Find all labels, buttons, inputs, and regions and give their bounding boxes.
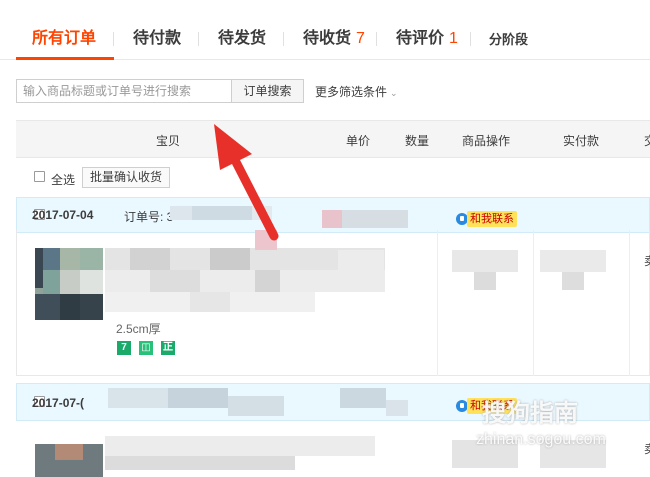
header-amount-paid: 实付款 xyxy=(563,134,600,148)
order-date: 2017-07-04 xyxy=(32,208,94,222)
pixelated-title xyxy=(210,248,250,270)
thumbnail-pixel xyxy=(60,248,80,270)
trade-status-text: 卖 xyxy=(644,252,650,269)
pixelated-title xyxy=(105,456,295,470)
tab-count-badge: 7 xyxy=(356,30,365,47)
batch-confirm-receipt-button[interactable]: 批量确认收货 xyxy=(82,167,170,188)
header-trade-status: 交 xyxy=(644,132,650,149)
tab-divider xyxy=(198,32,199,46)
pixelated-area xyxy=(168,388,228,408)
pixelated-price xyxy=(338,250,384,290)
thumbnail-pixel xyxy=(43,270,60,294)
annotation-arrow-icon xyxy=(214,124,279,241)
more-filters-toggle[interactable]: 更多筛选条件 ⌄ xyxy=(315,83,398,100)
tab-staged[interactable]: 分阶段 xyxy=(489,29,528,51)
thumbnail-pixel xyxy=(35,248,43,288)
column-divider xyxy=(629,230,630,376)
tab-pending-shipment[interactable]: 待发货 xyxy=(218,28,266,50)
thumbnail-pixel xyxy=(43,248,60,270)
thumbnail-pixel xyxy=(80,294,103,320)
order-table-header: 宝贝 单价 数量 商品操作 实付款 交 xyxy=(16,120,650,158)
more-filters-label: 更多筛选条件 xyxy=(315,85,388,99)
column-divider xyxy=(437,230,438,376)
thumbnail-pixel xyxy=(35,294,60,320)
pixelated-title xyxy=(190,292,230,312)
header-quantity: 数量 xyxy=(405,134,430,148)
order-date: 2017-07-( xyxy=(32,396,85,410)
order-search-input[interactable]: 输入商品标题或订单号进行搜索 xyxy=(16,79,232,103)
select-all-label: 全选 xyxy=(51,173,76,187)
tab-divider xyxy=(376,32,377,46)
pixelated-area xyxy=(322,210,342,228)
tab-count-badge: 1 xyxy=(449,30,458,47)
pixelated-title xyxy=(255,270,280,292)
order-number: 订单号: 3 xyxy=(124,210,174,224)
trade-status-text: 卖 xyxy=(644,440,650,457)
thumbnail-pixel xyxy=(55,444,83,460)
seven-day-return-icon: 7 xyxy=(117,341,131,355)
thumbnail-pixel xyxy=(80,248,103,270)
pixelated-area xyxy=(228,396,284,416)
pixelated-amount xyxy=(562,272,584,290)
pixelated-area xyxy=(108,388,168,408)
tab-divider xyxy=(113,32,114,46)
pixelated-title xyxy=(150,270,200,292)
chevron-down-icon: ⌄ xyxy=(390,88,398,98)
product-spec-note: 2.5cm厚 xyxy=(116,322,161,336)
order-search-button[interactable]: 订单搜索 xyxy=(232,79,304,103)
thumbnail-pixel xyxy=(60,270,80,294)
thumbnail-pixel xyxy=(80,270,103,294)
tab-divider xyxy=(470,32,471,46)
active-tab-underline xyxy=(16,57,114,60)
authentic-icon: 正 xyxy=(161,341,175,355)
column-divider xyxy=(533,230,534,376)
pixelated-area xyxy=(386,400,408,416)
guarantee-icon: ◫ xyxy=(139,341,153,355)
header-unit-price: 单价 xyxy=(346,134,371,148)
tab-pending-payment[interactable]: 待付款 xyxy=(133,28,181,50)
pixelated-title xyxy=(130,248,170,270)
tab-pending-review[interactable]: 待评价 1 xyxy=(396,28,458,50)
order-tabs: 所有订单 待付款 待发货 待收货 7 待评价 1 分阶段 xyxy=(0,0,650,60)
tab-divider xyxy=(283,32,284,46)
watermark-url: zhinan.sogou.com xyxy=(476,431,606,448)
tab-pending-receipt[interactable]: 待收货 7 xyxy=(303,28,365,50)
pixelated-actions xyxy=(474,272,496,290)
pixelated-area xyxy=(170,206,192,220)
pixelated-title xyxy=(105,436,375,456)
pixelated-area xyxy=(342,210,408,228)
tab-all-orders[interactable]: 所有订单 xyxy=(32,28,96,50)
pixelated-actions xyxy=(452,250,518,272)
header-item-actions: 商品操作 xyxy=(462,134,511,148)
pixelated-amount xyxy=(540,250,606,272)
watermark-brand: 搜狗指南 xyxy=(482,400,578,427)
thumbnail-pixel xyxy=(60,294,80,320)
select-all-checkbox[interactable] xyxy=(34,171,45,182)
pixelated-area xyxy=(340,388,386,408)
contact-seller-label: 和我联系 xyxy=(467,211,517,227)
header-item: 宝贝 xyxy=(156,134,181,148)
